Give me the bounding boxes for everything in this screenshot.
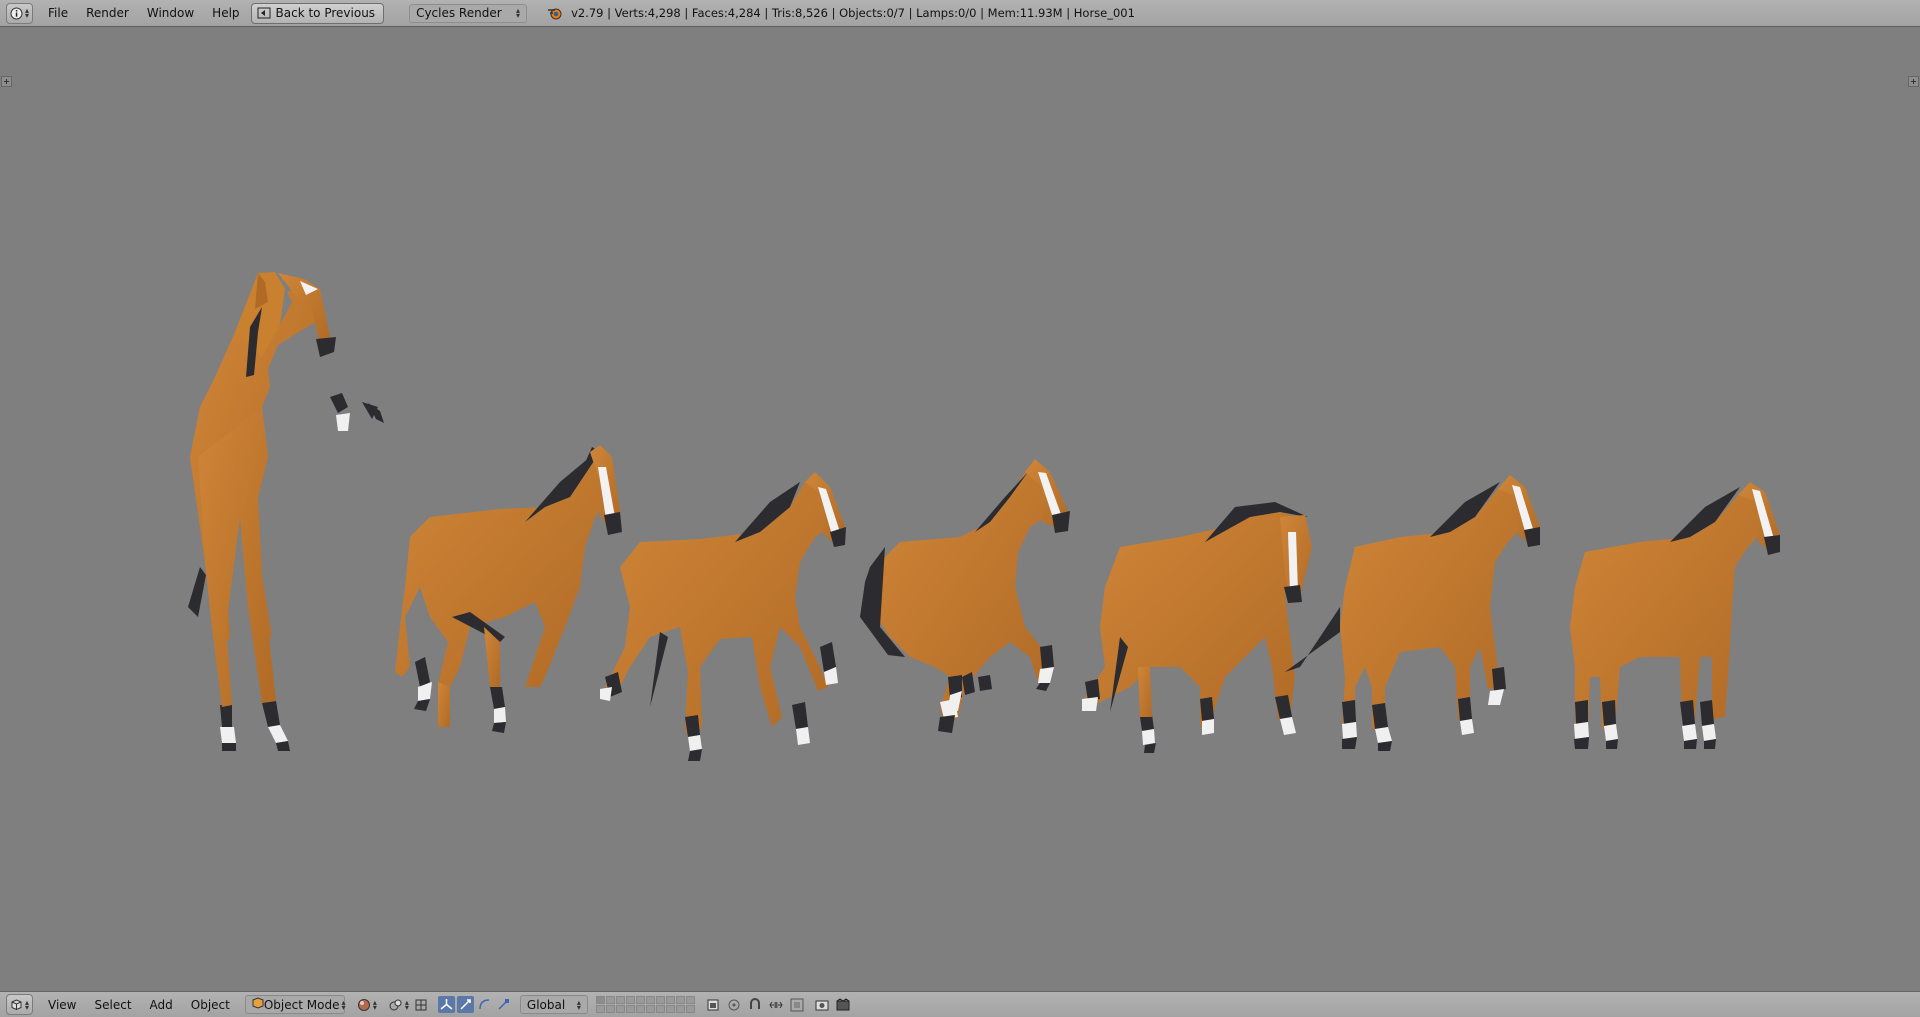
horse-trotting-1 xyxy=(395,445,622,733)
layer-button[interactable] xyxy=(685,996,695,1004)
layer-button[interactable] xyxy=(655,996,665,1004)
menu-render[interactable]: Render xyxy=(77,6,138,20)
layer-button[interactable] xyxy=(615,996,625,1004)
3d-viewport[interactable] xyxy=(0,27,1920,991)
transform-orientation-label: Global xyxy=(526,997,566,1012)
editor-type-selector[interactable]: ▴ ▾ xyxy=(6,2,34,24)
updown-arrows-icon: ▴ ▾ xyxy=(372,997,377,1012)
manipulator-toggle-icon[interactable] xyxy=(413,996,430,1013)
solid-shading-icon xyxy=(357,998,370,1011)
viewport-shading-select[interactable]: ▴ ▾ xyxy=(357,998,377,1012)
snap-element-icon[interactable] xyxy=(768,996,785,1013)
menu-select[interactable]: Select xyxy=(86,998,141,1012)
layer-button[interactable] xyxy=(605,1005,615,1013)
layer-button[interactable] xyxy=(675,1005,685,1013)
pivot-icon xyxy=(389,999,402,1010)
layer-button[interactable] xyxy=(645,1005,655,1013)
horse-galloping xyxy=(860,459,1070,733)
info-icon xyxy=(10,7,23,20)
layer-button[interactable] xyxy=(665,1005,675,1013)
layer-button[interactable] xyxy=(615,1005,625,1013)
opengl-render-animation-icon[interactable] xyxy=(835,996,852,1013)
interaction-mode-label: Object Mode xyxy=(263,997,340,1012)
updown-arrows-icon: ▴ ▾ xyxy=(404,997,409,1012)
menu-file[interactable]: File xyxy=(39,6,77,20)
3d-view-icon xyxy=(10,998,23,1011)
menu-help[interactable]: Help xyxy=(203,6,248,20)
layer-button[interactable] xyxy=(625,1005,635,1013)
updown-arrows-icon: ▴ ▾ xyxy=(516,6,521,20)
scale-manipulator-icon[interactable] xyxy=(476,996,493,1013)
lock-layers-icon[interactable] xyxy=(705,996,722,1013)
snap-toggle-icon[interactable] xyxy=(747,996,764,1013)
horse-walking-1 xyxy=(600,472,846,761)
editor-type-selector[interactable]: ▴ ▾ xyxy=(6,994,34,1015)
render-engine-label: Cycles Render xyxy=(416,6,502,20)
translate-manipulator-icon[interactable] xyxy=(437,996,455,1013)
pivot-point-select[interactable]: ▴ ▾ xyxy=(389,998,409,1012)
interaction-mode-select[interactable]: Object Mode ▴ ▾ xyxy=(244,995,346,1014)
object-mode-icon xyxy=(252,997,264,1012)
layer-button[interactable] xyxy=(685,1005,695,1013)
screen-back-icon xyxy=(257,7,271,19)
menu-window[interactable]: Window xyxy=(138,6,203,20)
back-to-previous-label: Back to Previous xyxy=(275,6,376,20)
layer-button[interactable] xyxy=(595,1005,605,1013)
transform-orientation-select[interactable]: Global ▴ ▾ xyxy=(519,995,588,1014)
layer-button[interactable] xyxy=(625,996,635,1004)
scene-statistics: v2.79 | Verts:4,298 | Faces:4,284 | Tris… xyxy=(571,6,1135,20)
horse-head-down xyxy=(1082,502,1312,753)
layer-button[interactable] xyxy=(635,996,645,1004)
menu-view[interactable]: View xyxy=(39,998,85,1012)
info-header: ▴ ▾ File Render Window Help Back to Previ… xyxy=(0,0,1920,27)
horses-scene xyxy=(188,272,1780,761)
horse-rearing xyxy=(188,272,384,751)
blender-logo-icon xyxy=(547,6,563,20)
layer-button[interactable] xyxy=(605,996,615,1004)
layer-button[interactable] xyxy=(665,996,675,1004)
updown-arrows-icon: ▴ ▾ xyxy=(25,997,30,1012)
updown-arrows-icon: ▴ ▾ xyxy=(341,997,346,1012)
proportional-editing-icon[interactable] xyxy=(726,996,743,1013)
layer-button[interactable] xyxy=(635,1005,645,1013)
rotate-manipulator-icon[interactable] xyxy=(456,996,474,1013)
transform-manipulator-icon[interactable] xyxy=(495,996,512,1013)
menu-object[interactable]: Object xyxy=(182,998,239,1012)
updown-arrows-icon: ▴ ▾ xyxy=(576,997,581,1012)
layer-buttons[interactable] xyxy=(595,996,695,1013)
3d-view-header: ▴ ▾ View Select Add Object Object Mode ▴ ▾… xyxy=(0,991,1920,1017)
layer-button[interactable] xyxy=(645,996,655,1004)
layer-button[interactable] xyxy=(675,996,685,1004)
horse-walking-2 xyxy=(1285,475,1540,751)
back-to-previous-button[interactable]: Back to Previous xyxy=(250,2,385,24)
snap-target-icon[interactable] xyxy=(789,996,806,1013)
opengl-render-image-icon[interactable] xyxy=(814,996,831,1013)
menu-add[interactable]: Add xyxy=(141,998,182,1012)
layer-button[interactable] xyxy=(595,996,605,1004)
render-engine-select[interactable]: Cycles Render ▴ ▾ xyxy=(409,3,528,23)
layer-button[interactable] xyxy=(655,1005,665,1013)
updown-arrows-icon: ▴ ▾ xyxy=(25,6,30,20)
horse-standing xyxy=(1570,482,1780,749)
